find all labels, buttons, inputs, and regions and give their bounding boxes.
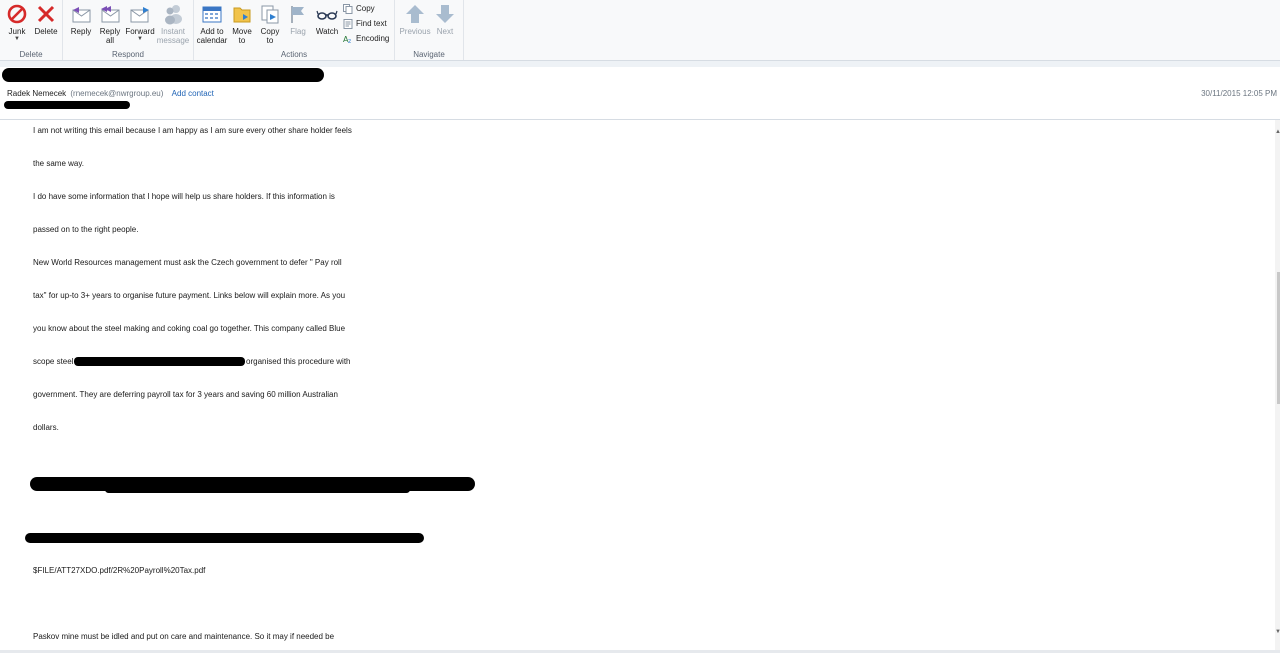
add-to-calendar-label-1: Add to xyxy=(200,27,224,36)
redacted-line xyxy=(25,533,424,543)
add-to-calendar-label-2: calendar xyxy=(196,36,228,45)
reply-all-button[interactable]: Reply all xyxy=(96,3,124,45)
reply-label: Reply xyxy=(70,27,92,36)
move-to-label-1: Move xyxy=(232,27,252,36)
group-label-navigate: Navigate xyxy=(413,50,445,59)
folder-move-icon xyxy=(233,7,251,23)
scroll-up-icon[interactable]: ▲ xyxy=(1275,128,1280,136)
reply-all-label-2: all xyxy=(105,36,114,45)
ribbon-group-delete: Junk ▼ Delete Delete xyxy=(0,0,63,60)
group-label-actions: Actions xyxy=(280,50,308,59)
attachment-path[interactable]: $FILE/ATT27XDO.pdf/2R%20Payroll%20Tax.pd… xyxy=(33,566,205,575)
sender-name: Radek Nemecek xyxy=(7,89,67,98)
forward-button[interactable]: Forward ▼ xyxy=(124,3,156,42)
reply-all-icon xyxy=(101,6,120,23)
junk-button[interactable]: Junk ▼ xyxy=(4,3,30,42)
copy-to-label-2: to xyxy=(266,36,274,45)
message-header: Radek Nemecek (rnemecek@nwrgroup.eu) Add… xyxy=(0,61,1280,120)
add-to-calendar-button[interactable]: Add to calendar xyxy=(196,3,228,45)
body-line: dollars. xyxy=(33,423,59,432)
body-line: New World Resources management must ask … xyxy=(33,258,342,267)
previous-button[interactable]: Previous xyxy=(399,3,431,36)
watch-button[interactable]: Watch xyxy=(313,3,341,36)
reply-icon xyxy=(72,7,91,23)
body-line: you know about the steel making and coki… xyxy=(33,324,346,333)
forward-icon xyxy=(130,7,149,23)
arrow-up-icon xyxy=(406,5,424,23)
chevron-down-icon: ▼ xyxy=(14,36,20,42)
next-button[interactable]: Next xyxy=(431,3,459,36)
body-line: passed on to the right people. xyxy=(33,225,139,234)
encoding-label: Encoding xyxy=(356,34,390,43)
glasses-icon xyxy=(316,10,338,20)
copy-to-label-1: Copy xyxy=(260,27,280,36)
add-contact-link[interactable]: Add contact xyxy=(172,89,214,98)
group-label-respond: Respond xyxy=(111,50,145,59)
encoding-button[interactable]: A z Encoding xyxy=(343,33,389,45)
reply-button[interactable]: Reply xyxy=(67,3,95,36)
message-date: 30/11/2015 12:05 PM xyxy=(1201,89,1277,98)
watch-label: Watch xyxy=(315,27,339,36)
sender-line: Radek Nemecek (rnemecek@nwrgroup.eu) Add… xyxy=(7,89,214,98)
copy-to-icon xyxy=(261,5,279,24)
junk-label: Junk xyxy=(8,27,26,36)
chevron-down-icon: ▼ xyxy=(137,36,143,42)
next-label: Next xyxy=(436,27,454,36)
delete-button[interactable]: Delete xyxy=(32,3,60,36)
find-text-icon xyxy=(343,18,353,29)
previous-label: Previous xyxy=(399,27,431,36)
redacted-recipients xyxy=(4,101,130,109)
redacted-line xyxy=(105,486,410,493)
find-text-button[interactable]: Find text xyxy=(343,18,387,30)
body-line: government. They are deferring payroll t… xyxy=(33,390,338,399)
junk-icon xyxy=(7,4,27,24)
flag-icon xyxy=(291,6,304,23)
encoding-icon: A z xyxy=(343,35,351,44)
body-line: I am not writing this email because I am… xyxy=(33,126,352,135)
body-line: I do have some information that I hope w… xyxy=(33,192,335,201)
ribbon-toolbar: Junk ▼ Delete Delete Reply Reply all For… xyxy=(0,0,1280,61)
instant-message-label-1: Instant xyxy=(160,27,185,36)
body-line: tax" for up-to 3+ years to organise futu… xyxy=(33,291,346,300)
redacted-link xyxy=(74,357,245,366)
copy-to-button[interactable]: Copy to xyxy=(257,3,283,45)
instant-message-label-2: message xyxy=(156,36,190,45)
sender-email: (rnemecek@nwrgroup.eu) xyxy=(70,89,164,98)
flag-button[interactable]: Flag xyxy=(285,3,311,36)
forward-label: Forward xyxy=(125,27,155,36)
reply-all-label-1: Reply xyxy=(99,27,121,36)
scroll-down-icon[interactable]: ▼ xyxy=(1275,628,1280,636)
people-icon xyxy=(165,5,182,25)
find-text-label: Find text xyxy=(356,19,387,28)
redacted-subject xyxy=(2,68,324,82)
body-line: scope steel xyxy=(33,357,74,366)
body-line: the same way. xyxy=(33,159,84,168)
message-body: I am not writing this email because I am… xyxy=(0,120,1275,650)
move-to-label-2: to xyxy=(238,36,246,45)
svg-text:z: z xyxy=(348,38,351,44)
copy-label: Copy xyxy=(356,4,375,13)
ribbon-group-respond: Reply Reply all Forward ▼ Instant messag… xyxy=(63,0,194,60)
calendar-icon xyxy=(202,6,222,23)
header-strip xyxy=(0,61,1280,67)
move-to-button[interactable]: Move to xyxy=(229,3,255,45)
copy-button[interactable]: Copy xyxy=(343,3,375,15)
ribbon-group-navigate: Previous Next Navigate xyxy=(395,0,464,60)
group-label-delete: Delete xyxy=(19,50,43,59)
delete-x-icon xyxy=(37,5,55,23)
arrow-down-icon xyxy=(436,5,454,23)
body-line: organised this procedure with xyxy=(246,357,351,366)
body-line: Paskov mine must be idled and put on car… xyxy=(33,632,335,641)
instant-message-button[interactable]: Instant message xyxy=(156,3,190,45)
flag-label: Flag xyxy=(290,27,306,36)
copy-icon xyxy=(343,3,353,14)
delete-label: Delete xyxy=(34,27,58,36)
